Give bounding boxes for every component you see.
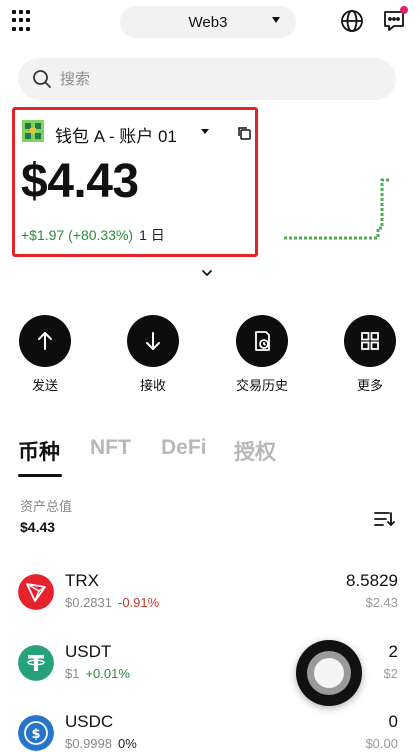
token-price: $1 xyxy=(65,666,80,681)
token-symbol: USDC xyxy=(65,712,114,731)
change-period[interactable]: 1 日 xyxy=(139,227,165,243)
svg-text:$: $ xyxy=(31,727,40,742)
receive-button[interactable]: 接收 xyxy=(113,315,193,394)
search-bar[interactable] xyxy=(18,58,396,100)
token-amount: 2 xyxy=(388,642,398,661)
search-icon xyxy=(33,70,51,88)
active-tab-indicator xyxy=(18,474,62,477)
expand-chevron-icon[interactable] xyxy=(200,268,214,278)
chevron-down-icon xyxy=(272,17,280,23)
token-fiat-value: $2 xyxy=(383,666,398,681)
sort-icon[interactable] xyxy=(374,510,396,528)
network-selector[interactable]: Web3 xyxy=(120,6,296,38)
notification-dot xyxy=(400,6,408,14)
wallet-name[interactable]: 钱包 A - 账户 01 xyxy=(55,122,177,147)
history-icon xyxy=(255,331,270,351)
trx-logo-icon xyxy=(18,574,54,610)
change-amount: +$1.97 (+80.33%) xyxy=(21,227,134,243)
token-row-trx[interactable]: TRX $0.2831 -0.91% 8.5829 $2.43 xyxy=(0,571,420,621)
token-price: $0.9998 xyxy=(65,736,112,751)
total-balance: $4.43 xyxy=(21,155,139,208)
tab-tokens[interactable]: 币种 xyxy=(18,436,60,466)
more-label: 更多 xyxy=(356,378,383,393)
more-button[interactable]: 更多 xyxy=(330,315,410,394)
token-symbol: TRX xyxy=(65,571,99,590)
token-change: +0.01% xyxy=(85,666,130,681)
tab-approvals[interactable]: 授权 xyxy=(234,436,276,466)
receive-label: 接收 xyxy=(139,378,166,393)
send-button[interactable]: 发送 xyxy=(5,315,85,394)
total-assets-value: $4.43 xyxy=(20,519,56,535)
asset-tabs: 币种 NFT DeFi 授权 xyxy=(18,436,408,477)
total-assets-label: 资产总值 xyxy=(20,499,73,514)
usdc-logo-icon: $ xyxy=(18,715,54,751)
top-bar: Web3 xyxy=(0,0,420,44)
arrow-up-icon xyxy=(38,332,52,350)
token-fiat-value: $2.43 xyxy=(365,595,398,610)
account-card: 钱包 A - 账户 01 $4.43 +$1.97 (+80.33%) 1 日 xyxy=(12,107,258,257)
arrow-down-icon xyxy=(146,332,160,350)
copy-icon[interactable] xyxy=(237,126,251,140)
token-amount: 8.5829 xyxy=(346,571,398,590)
tab-nft[interactable]: NFT xyxy=(90,436,131,460)
chevron-down-icon[interactable] xyxy=(201,129,209,134)
token-change: 0% xyxy=(118,736,137,751)
token-price: $0.2831 xyxy=(65,595,112,610)
send-label: 发送 xyxy=(31,378,58,393)
tab-defi[interactable]: DeFi xyxy=(161,436,207,460)
chat-icon[interactable] xyxy=(382,6,408,34)
token-fiat-value: $0.00 xyxy=(365,736,398,751)
token-symbol: USDT xyxy=(65,642,112,661)
search-input[interactable] xyxy=(60,70,360,88)
wallet-avatar-icon[interactable] xyxy=(22,120,44,142)
history-button[interactable]: 交易历史 xyxy=(222,315,302,394)
grid-icon xyxy=(361,332,379,350)
globe-icon[interactable] xyxy=(340,9,364,33)
token-change: -0.91% xyxy=(118,595,160,610)
balance-change: +$1.97 (+80.33%) 1 日 xyxy=(21,225,165,245)
balance-sparkline xyxy=(284,178,390,240)
token-row-usdc[interactable]: $ USDC $0.9998 0% 0 $0.00 xyxy=(0,712,420,752)
floating-assistive-button[interactable] xyxy=(296,640,362,706)
history-label: 交易历史 xyxy=(235,378,288,393)
usdt-logo-icon xyxy=(18,645,54,681)
grid-menu-icon[interactable] xyxy=(12,10,34,32)
network-label: Web3 xyxy=(188,13,228,31)
token-amount: 0 xyxy=(388,712,398,731)
